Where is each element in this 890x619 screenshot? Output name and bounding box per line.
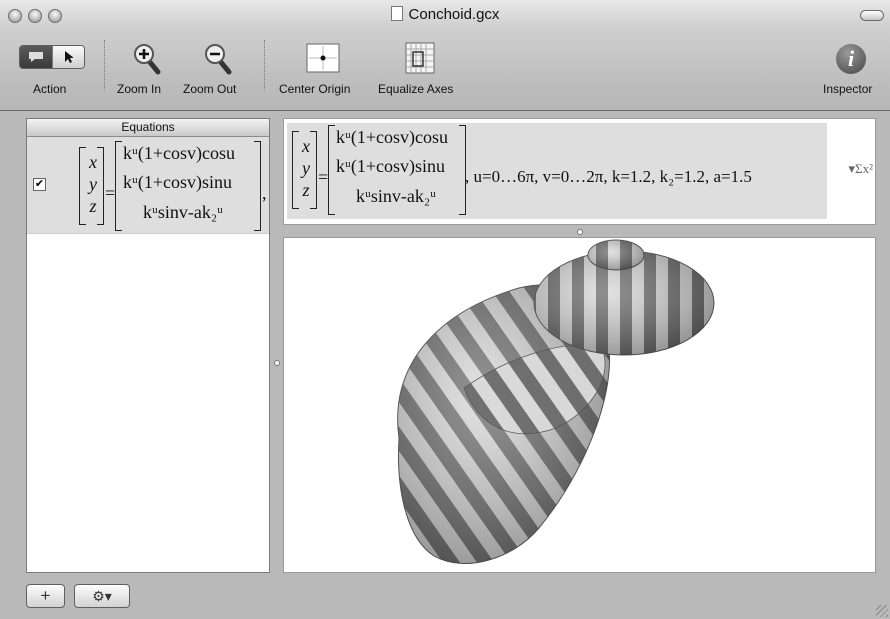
equation-editor[interactable]: x y z = kᵘ(1+cosv)cosu kᵘ(1+cosv)sinu kᵘ… [283, 118, 876, 225]
right-bracket [97, 147, 104, 225]
crosshair-icon [306, 43, 340, 73]
equation-checkbox[interactable]: ✔ [33, 178, 46, 191]
center-origin-label: Center Origin [279, 82, 351, 96]
sum-menu-icon[interactable]: ▾Σx² [849, 161, 874, 177]
equation-parameters: , u=0…6π, v=0…2π, k=1.2, k₂=1.2, a=1.5 [465, 167, 752, 186]
resize-grip[interactable] [876, 605, 888, 617]
magnifier-plus-icon [134, 44, 161, 75]
equation-trailing: , u [262, 183, 269, 203]
equation-selection: x y z = kᵘ(1+cosv)cosu kᵘ(1+cosv)sinu kᵘ… [287, 123, 827, 219]
right-bracket [310, 131, 317, 209]
toolbar-separator [104, 40, 105, 90]
document-icon [390, 6, 403, 21]
action-label: Action [33, 82, 67, 96]
toolbar-separator [264, 40, 265, 90]
left-bracket [292, 131, 299, 209]
window-title: Conchoid.gcx [0, 6, 890, 23]
component-y: kᵘ(1+cosv)sinu [123, 172, 233, 192]
add-equation-button[interactable]: + [26, 584, 65, 608]
app-window: Conchoid.gcx Action Zoom In Zoom Out Cen… [0, 0, 890, 619]
component-y: kᵘ(1+cosv)sinu [336, 156, 446, 176]
grid-icon [405, 42, 435, 74]
left-bracket [115, 141, 122, 231]
plus-icon: + [40, 586, 51, 605]
component-x: kᵘ(1+cosv)cosu [336, 127, 449, 147]
toolbar: Conchoid.gcx Action Zoom In Zoom Out Cen… [0, 0, 890, 111]
center-origin-button[interactable] [306, 43, 340, 78]
component-z: kᵘsinv-ak₂ᵘ [356, 186, 437, 206]
zoom-in-button[interactable] [132, 42, 162, 81]
equations-header[interactable]: Equations [27, 119, 269, 137]
inspector-label: Inspector [823, 82, 873, 96]
component-x: kᵘ(1+cosv)cosu [123, 143, 236, 163]
zoom-out-button[interactable] [203, 42, 233, 81]
equation-row[interactable]: ✔ x y z = kᵘ(1+cosv)cosu kᵘ(1+cosv)sinu … [27, 137, 269, 234]
speech-bubble-icon[interactable] [20, 46, 52, 68]
equations-list: Equations ✔ x y z = kᵘ(1+cosv)cosu kᵘ(1+… [26, 118, 270, 573]
left-bracket [328, 125, 335, 215]
conchoid-surface-graphic [397, 239, 715, 564]
magnifier-minus-icon [205, 44, 232, 75]
action-segmented-control[interactable] [19, 45, 85, 69]
equalize-axes-label: Equalize Axes [378, 82, 454, 96]
plot-canvas[interactable] [283, 237, 876, 573]
pointer-icon[interactable] [51, 46, 84, 68]
info-icon[interactable]: i [836, 44, 866, 74]
horizontal-splitter-handle[interactable] [577, 229, 583, 235]
zoom-in-label: Zoom In [117, 82, 162, 96]
zoom-out-label: Zoom Out [183, 82, 237, 96]
right-bracket [254, 141, 261, 231]
vertical-splitter-handle[interactable] [274, 360, 280, 366]
gear-icon: ⚙▾ [92, 588, 112, 604]
equalize-axes-button[interactable] [405, 42, 435, 79]
component-z: kᵘsinv-ak₂ᵘ [143, 202, 224, 222]
gear-menu-button[interactable]: ⚙▾ [74, 584, 130, 608]
left-bracket [79, 147, 86, 225]
